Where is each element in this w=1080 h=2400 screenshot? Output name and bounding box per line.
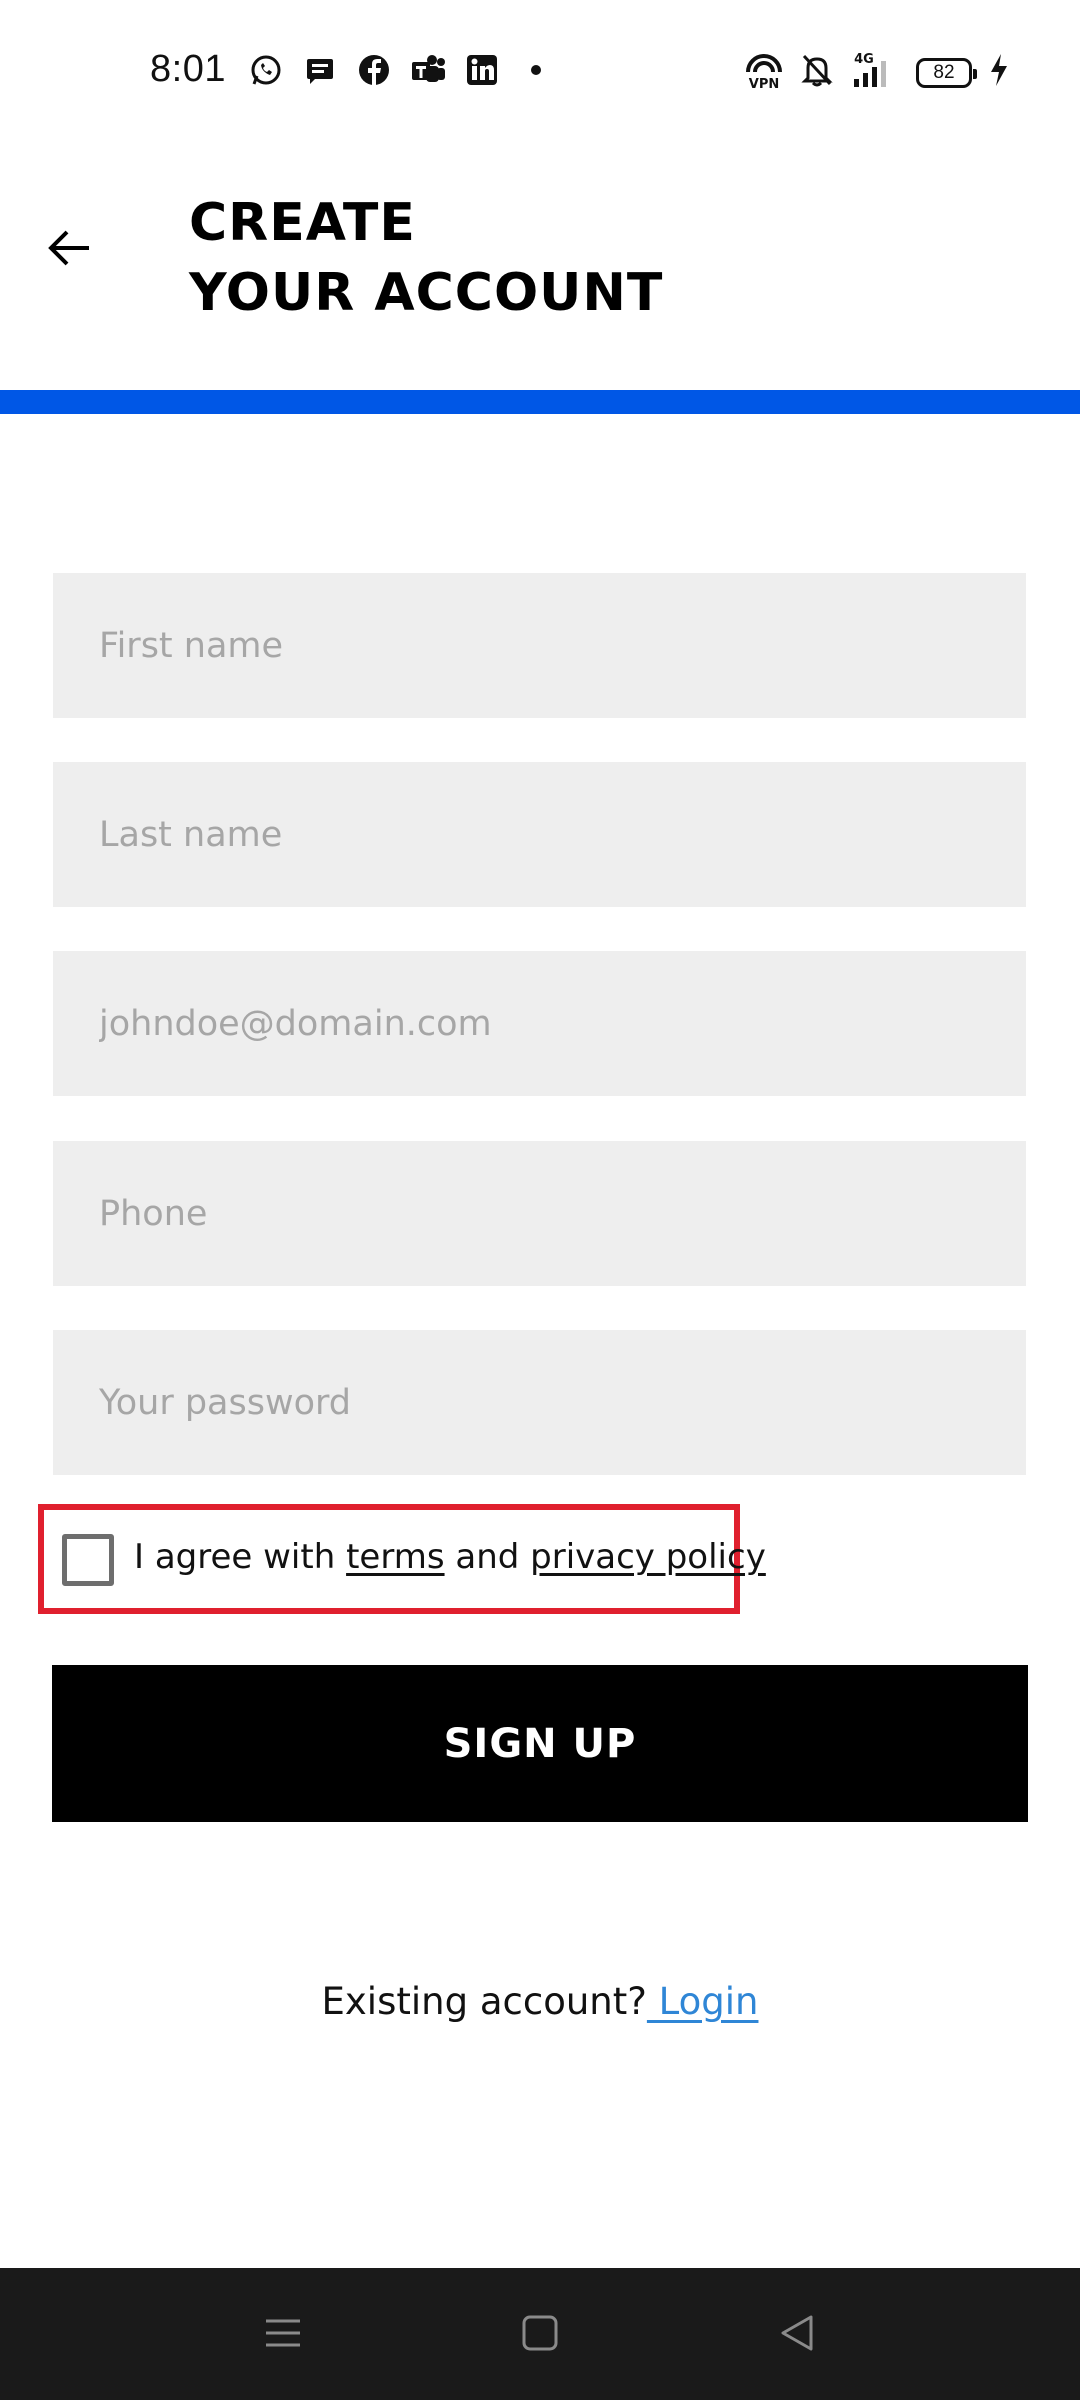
agree-middle: and	[444, 1537, 531, 1577]
status-time: 8:01	[150, 48, 226, 90]
system-icons: VPN 4G 82	[744, 50, 1010, 95]
system-nav-bar	[0, 2268, 1080, 2400]
charging-icon	[988, 52, 1010, 93]
page-title-line2: YOUR ACCOUNT	[189, 263, 664, 323]
whatsapp-icon	[248, 52, 284, 88]
status-bar: 8:01 VPN 4G 82	[0, 0, 1080, 140]
signal-4g-icon: 4G	[850, 51, 900, 94]
progress-bar	[0, 390, 1080, 414]
arrow-left-icon	[48, 230, 89, 266]
bell-off-icon	[800, 52, 834, 93]
header: CREATE YOUR ACCOUNT	[0, 170, 1080, 390]
sign-up-button[interactable]: SIGN UP	[52, 1665, 1028, 1822]
network-label: 4G	[854, 52, 874, 67]
privacy-policy-link[interactable]: privacy policy	[530, 1537, 766, 1577]
login-link[interactable]: Login	[647, 1980, 759, 2023]
page-title: CREATE YOUR ACCOUNT	[189, 188, 663, 328]
notification-icons	[248, 52, 554, 88]
battery-level: 82	[933, 61, 955, 83]
existing-account-row: Existing account? Login	[0, 1980, 1080, 2023]
create-account-screen: 8:01 VPN 4G 82 CREATE YOUR ACCOUNT First…	[0, 0, 1080, 2400]
home-icon[interactable]	[515, 2308, 565, 2358]
facebook-icon	[356, 52, 392, 88]
vpn-label: VPN	[749, 77, 779, 90]
page-title-line1: CREATE	[189, 193, 416, 253]
back-icon[interactable]	[772, 2308, 822, 2358]
menu-icon[interactable]	[258, 2308, 308, 2358]
teams-icon	[410, 52, 446, 88]
agree-prefix: I agree with	[134, 1537, 347, 1577]
last-name-input[interactable]	[53, 762, 1026, 907]
email-input[interactable]	[53, 951, 1026, 1096]
battery-icon: 82	[916, 57, 977, 88]
agree-checkbox[interactable]	[62, 1534, 114, 1586]
first-name-input[interactable]	[53, 573, 1026, 718]
phone-input[interactable]	[53, 1141, 1026, 1286]
agree-terms-row: I agree with terms and privacy policy	[38, 1504, 766, 1614]
message-icon	[302, 52, 338, 88]
terms-link[interactable]: terms	[346, 1537, 444, 1577]
back-button[interactable]	[40, 220, 96, 276]
existing-account-text: Existing account?	[321, 1980, 647, 2023]
linkedin-icon	[464, 52, 500, 88]
agree-text: I agree with terms and privacy policy	[134, 1537, 766, 1577]
vpn-icon: VPN	[744, 50, 784, 95]
password-input[interactable]	[53, 1330, 1026, 1475]
dot-icon	[518, 52, 554, 88]
